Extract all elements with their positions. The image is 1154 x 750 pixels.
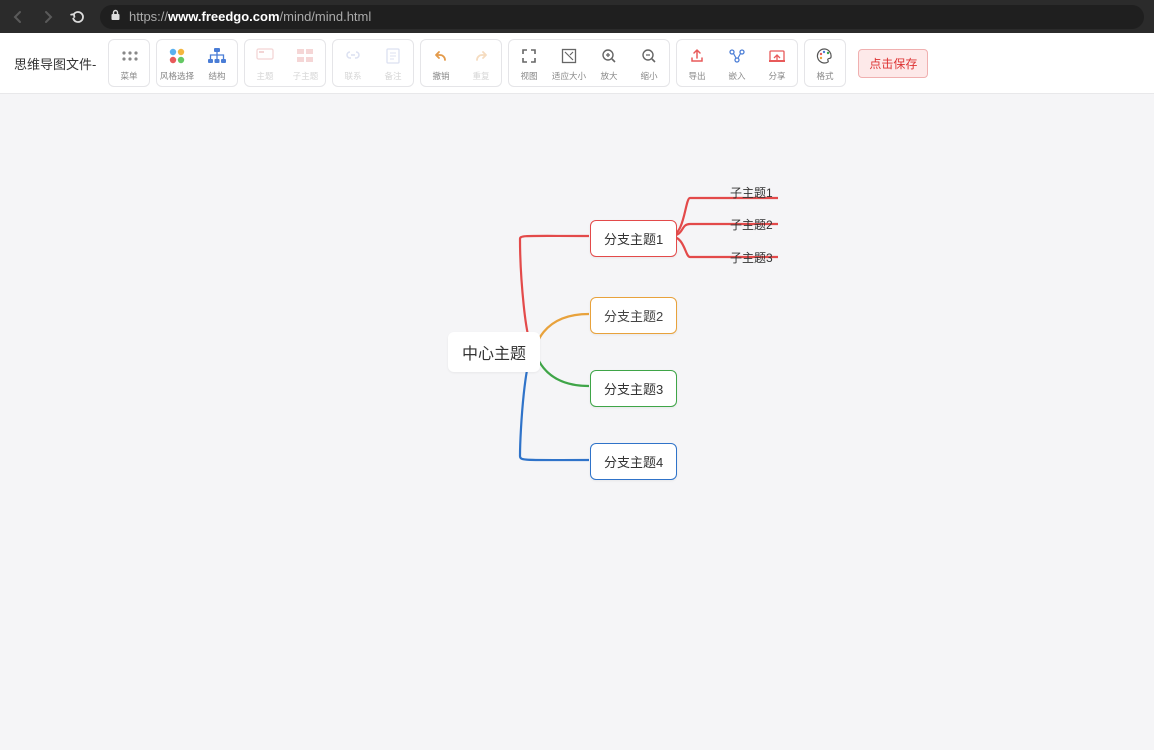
subtopic-2[interactable]: 子主题2 <box>730 216 773 233</box>
style-icon <box>167 45 187 67</box>
branch-node-1[interactable]: 分支主题1 <box>590 220 677 257</box>
lock-icon <box>110 9 121 24</box>
note-icon <box>385 45 401 67</box>
style-button[interactable]: 风格选择 <box>157 40 197 86</box>
redo-icon <box>472 45 490 67</box>
structure-button[interactable]: 结构 <box>197 40 237 86</box>
embed-button[interactable]: 嵌入 <box>717 40 757 86</box>
format-button[interactable]: 格式 <box>805 40 845 86</box>
export-button[interactable]: 导出 <box>677 40 717 86</box>
zoom-out-button[interactable]: 缩小 <box>629 40 669 86</box>
share-icon <box>768 45 786 67</box>
tree-icon <box>207 45 227 67</box>
fit-button[interactable]: 适应大小 <box>549 40 589 86</box>
subtopic-button: 子主题 <box>285 40 325 86</box>
center-node[interactable]: 中心主题 <box>448 332 540 372</box>
save-button[interactable]: 点击保存 <box>858 49 928 78</box>
branch-node-3[interactable]: 分支主题3 <box>590 370 677 407</box>
url-bar[interactable]: https://www.freedgo.com/mind/mind.html <box>100 5 1144 29</box>
forward-button[interactable] <box>40 9 56 25</box>
zoom-in-button[interactable]: 放大 <box>589 40 629 86</box>
export-icon <box>689 45 705 67</box>
relation-button: 联系 <box>333 40 373 86</box>
view-button[interactable]: 视图 <box>509 40 549 86</box>
palette-icon <box>816 45 834 67</box>
toolbar: 思维导图文件- 菜单 风格选择 结构 主题 子主题 联系 <box>0 33 1154 94</box>
reload-button[interactable] <box>70 9 86 25</box>
undo-icon <box>432 45 450 67</box>
embed-icon <box>728 45 746 67</box>
browser-bar: https://www.freedgo.com/mind/mind.html <box>0 0 1154 33</box>
url-text: https://www.freedgo.com/mind/mind.html <box>129 9 371 24</box>
zoom-in-icon <box>601 45 617 67</box>
subtopic-3[interactable]: 子主题3 <box>730 249 773 266</box>
mindmap-canvas[interactable]: 中心主题 分支主题1 分支主题2 分支主题3 分支主题4 子主题1 子主题2 子… <box>0 94 1154 750</box>
subtopic-icon <box>296 45 314 67</box>
share-button[interactable]: 分享 <box>757 40 797 86</box>
fit-icon <box>561 45 577 67</box>
zoom-out-icon <box>641 45 657 67</box>
undo-button[interactable]: 撤销 <box>421 40 461 86</box>
menu-button[interactable]: 菜单 <box>109 40 149 86</box>
topic-button: 主题 <box>245 40 285 86</box>
branch-node-2[interactable]: 分支主题2 <box>590 297 677 334</box>
back-button[interactable] <box>10 9 26 25</box>
note-button: 备注 <box>373 40 413 86</box>
subtopic-1[interactable]: 子主题1 <box>730 184 773 201</box>
branch-node-4[interactable]: 分支主题4 <box>590 443 677 480</box>
dots-icon <box>120 45 138 67</box>
redo-button: 重复 <box>461 40 501 86</box>
fullscreen-icon <box>521 45 537 67</box>
link-icon <box>344 45 362 67</box>
file-label: 思维导图文件- <box>8 54 102 73</box>
connectors <box>0 94 1154 750</box>
topic-icon <box>256 45 274 67</box>
